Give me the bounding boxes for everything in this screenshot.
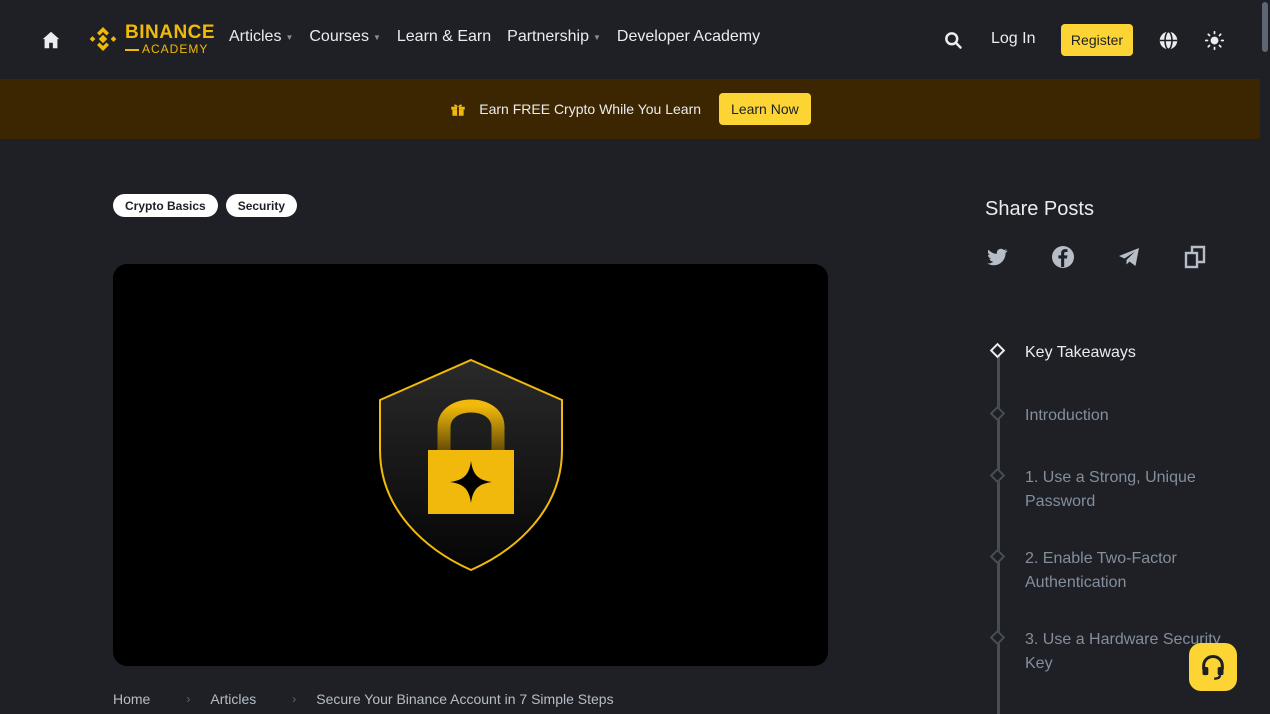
toc-marker	[989, 405, 1006, 422]
caret-down-icon: ▼	[372, 32, 381, 42]
logo-text-top: BINANCE	[125, 22, 216, 43]
shield-lock-icon	[378, 358, 563, 572]
theme-toggle-icon[interactable]	[1204, 30, 1225, 51]
facebook-icon[interactable]	[1051, 245, 1075, 269]
nav-item-partnership[interactable]: Partnership ▼	[507, 28, 601, 46]
binance-logo-icon	[89, 27, 117, 51]
search-icon[interactable]	[943, 30, 963, 50]
tag-security[interactable]: Security	[225, 194, 298, 217]
home-icon[interactable]	[40, 29, 62, 51]
toc-marker	[989, 629, 1006, 646]
breadcrumb: Home › Articles › Secure Your Binance Ac…	[113, 691, 614, 707]
toc-item-strong-password[interactable]: 1. Use a Strong, Unique Password	[1025, 466, 1225, 514]
nav-item-learn-earn[interactable]: Learn & Earn	[397, 28, 491, 46]
gift-icon	[451, 104, 465, 116]
toc-item-two-factor[interactable]: 2. Enable Two-Factor Authentication	[1025, 547, 1225, 595]
chevron-right-icon: ›	[186, 692, 191, 706]
nav-item-label: Learn & Earn	[396, 28, 492, 45]
scrollbar-thumb[interactable]	[1262, 2, 1268, 52]
chevron-right-icon: ›	[292, 692, 297, 706]
toc-item-introduction[interactable]: Introduction	[1025, 404, 1225, 428]
nav-item-articles[interactable]: Articles ▼	[229, 28, 293, 46]
login-link[interactable]: Log In	[991, 30, 1035, 48]
page-scrollbar[interactable]	[1260, 0, 1270, 714]
toc-marker	[989, 467, 1006, 484]
register-button[interactable]: Register	[1061, 24, 1133, 56]
share-buttons	[985, 245, 1249, 269]
article-hero-image	[113, 264, 828, 666]
caret-down-icon: ▼	[285, 32, 294, 42]
logo-text-bottom: ACADEMY	[125, 43, 215, 55]
toc-item-key-takeaways[interactable]: Key Takeaways	[1025, 341, 1225, 365]
twitter-icon[interactable]	[985, 245, 1009, 269]
promo-banner: Earn FREE Crypto While You Learn Learn N…	[0, 79, 1260, 139]
main-menu: Articles ▼ Courses ▼ Learn & Earn Partne…	[229, 28, 776, 46]
nav-item-label: Articles	[229, 28, 282, 45]
share-title: Share Posts	[985, 198, 1094, 220]
learn-now-button[interactable]: Learn Now	[719, 93, 811, 125]
copy-link-icon[interactable]	[1183, 245, 1207, 269]
nav-item-label: Partnership	[507, 28, 589, 45]
toc-marker	[989, 342, 1006, 359]
headset-icon	[1202, 654, 1224, 680]
nav-item-courses[interactable]: Courses ▼	[309, 28, 381, 46]
binance-academy-logo[interactable]: BINANCE ACADEMY	[87, 23, 215, 55]
globe-icon[interactable]	[1158, 30, 1179, 51]
banner-text: Earn FREE Crypto While You Learn	[479, 101, 702, 117]
support-chat-button[interactable]	[1189, 643, 1237, 691]
caret-down-icon: ▼	[592, 32, 601, 42]
top-navigation: BINANCE ACADEMY Articles ▼ Courses ▼ Lea…	[0, 0, 1260, 79]
breadcrumb-current: Secure Your Binance Account in 7 Simple …	[316, 691, 614, 707]
nav-item-label: Courses	[309, 28, 369, 45]
nav-item-developer-academy[interactable]: Developer Academy	[617, 28, 760, 46]
telegram-icon[interactable]	[1117, 245, 1141, 269]
breadcrumb-articles[interactable]: Articles	[210, 691, 256, 707]
tag-crypto-basics[interactable]: Crypto Basics	[113, 194, 218, 217]
toc-marker	[989, 548, 1006, 565]
article-tags: Crypto Basics Security	[113, 194, 305, 217]
nav-item-label: Developer Academy	[616, 28, 761, 45]
breadcrumb-home[interactable]: Home	[113, 691, 150, 707]
